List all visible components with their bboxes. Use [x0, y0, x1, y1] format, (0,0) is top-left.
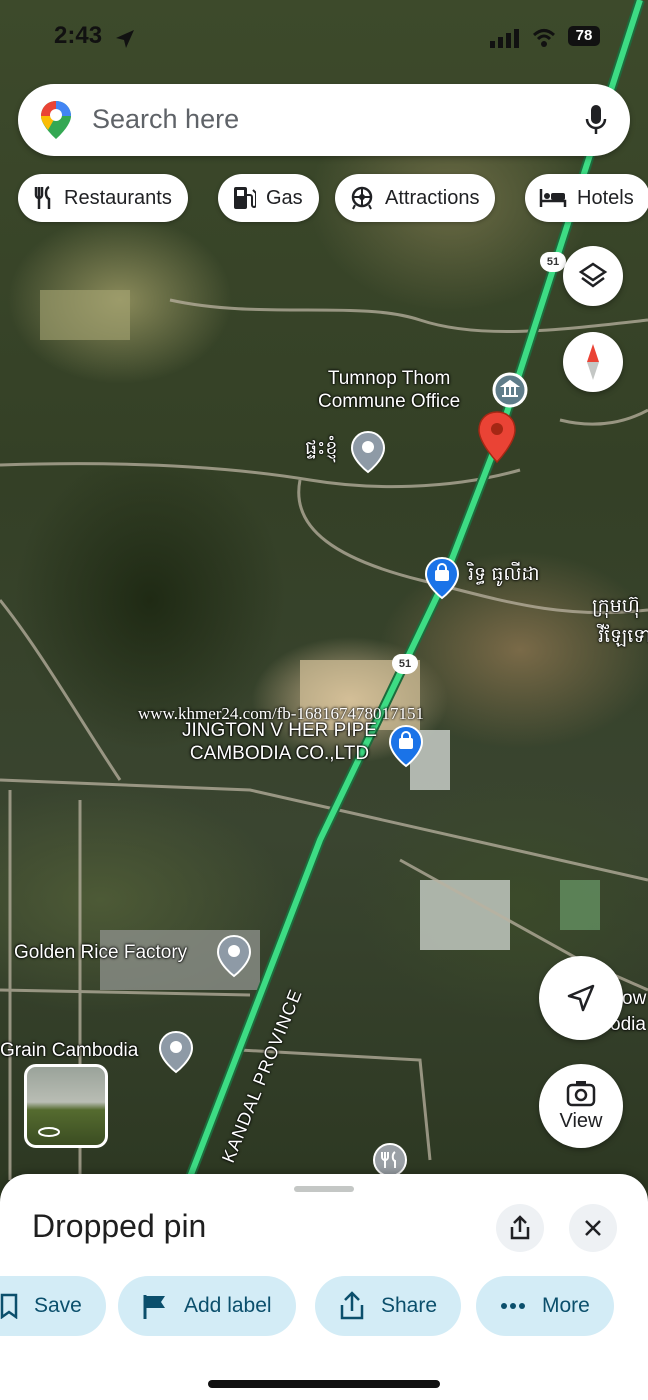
grain-cambodia-label[interactable]: Grain Cambodia	[0, 1040, 138, 1063]
share-label: Share	[381, 1294, 438, 1317]
chip-label: Gas	[266, 186, 303, 209]
google-maps-logo-icon	[41, 101, 71, 139]
add-label-text: Add label	[184, 1294, 272, 1317]
tumnop-thom-label[interactable]: Tumnop Thom Commune Office	[318, 368, 460, 414]
navigation-arrow-icon	[567, 984, 595, 1012]
factory-poi-icon[interactable]	[216, 934, 252, 978]
chip-restaurants[interactable]: Restaurants	[18, 174, 188, 222]
status-bar: 2:43 78	[0, 18, 648, 58]
save-label: Save	[34, 1294, 82, 1317]
shopping-poi-icon[interactable]	[388, 724, 424, 768]
rotate-360-icon	[38, 1127, 60, 1137]
search-bar[interactable]: Search here	[18, 84, 630, 156]
share-button[interactable]: Share	[315, 1276, 462, 1336]
shop-label[interactable]: រិទ្ធ ធូលីដា	[468, 564, 540, 587]
edge-label-1: ក្រុមហ៊ុ	[592, 596, 640, 617]
chip-gas[interactable]: Gas	[218, 174, 319, 222]
add-label-button[interactable]: Add label	[118, 1276, 296, 1336]
my-location-button[interactable]	[539, 956, 623, 1040]
jington-label[interactable]: JINGTON V HER PIPE CAMBODIA CO.,LTD	[182, 720, 377, 766]
gas-station-icon	[234, 187, 256, 209]
close-button[interactable]	[569, 1204, 617, 1252]
edge-label-2: វីឡែទោព	[598, 626, 648, 647]
place-poi-icon[interactable]	[350, 430, 386, 474]
layers-button[interactable]	[563, 246, 623, 306]
chip-label: Attractions	[385, 186, 480, 209]
chip-hotels[interactable]: Hotels	[525, 174, 648, 222]
microphone-icon[interactable]	[584, 104, 608, 136]
share-icon-button[interactable]	[496, 1204, 544, 1252]
chip-label: Restaurants	[64, 186, 172, 209]
more-button[interactable]: More	[476, 1276, 614, 1336]
route-51-shield: 51	[392, 654, 418, 674]
flag-icon	[143, 1295, 165, 1319]
khmer-place-label[interactable]: ផ្ទះខ្ញុំ	[305, 438, 337, 461]
battery-indicator: 78	[568, 26, 600, 46]
golden-rice-label[interactable]: Golden Rice Factory	[14, 942, 187, 965]
wifi-icon	[532, 29, 556, 47]
government-poi-icon[interactable]	[492, 372, 528, 412]
sheet-drag-handle[interactable]	[294, 1186, 354, 1192]
more-label: More	[542, 1294, 590, 1317]
chip-label: Hotels	[577, 186, 634, 209]
place-bottom-sheet[interactable]: Dropped pin Save Add label Share More	[0, 1174, 648, 1400]
restaurant-icon	[34, 185, 51, 209]
camera-360-icon	[566, 1080, 596, 1106]
hotel-icon	[539, 189, 567, 207]
compass-button[interactable]	[563, 332, 623, 392]
share-icon	[340, 1291, 364, 1320]
save-button[interactable]: Save	[0, 1276, 106, 1336]
route-51-shield: 51	[540, 252, 566, 272]
signal-icon	[490, 29, 519, 48]
dropped-pin-icon[interactable]	[476, 410, 518, 464]
watermark-text: www.khmer24.com/fb-168167478017151	[138, 704, 424, 723]
status-time: 2:43	[54, 22, 103, 49]
street-view-thumbnail[interactable]	[24, 1064, 108, 1148]
edge-label-right-1: ow	[622, 988, 647, 1009]
layers-icon	[578, 262, 608, 288]
location-arrow-icon	[116, 30, 134, 48]
view-label: View	[559, 1109, 603, 1132]
compass-icon	[587, 344, 599, 380]
bookmark-icon	[0, 1293, 18, 1319]
chip-attractions[interactable]: Attractions	[335, 174, 496, 222]
attractions-icon	[351, 186, 373, 210]
search-placeholder: Search here	[92, 104, 240, 134]
more-dots-icon	[501, 1303, 525, 1309]
tumnop-thom-text: Tumnop Thom Commune Office	[318, 368, 461, 412]
share-icon	[510, 1215, 530, 1240]
close-icon	[585, 1220, 601, 1236]
street-view-button[interactable]: View	[539, 1064, 623, 1148]
home-indicator[interactable]	[208, 1380, 440, 1388]
shopping-poi-icon[interactable]	[424, 556, 460, 600]
sheet-title: Dropped pin	[32, 1208, 207, 1244]
jington-text: JINGTON V HER PIPE CAMBODIA CO.,LTD	[182, 720, 377, 764]
grain-poi-icon[interactable]	[158, 1030, 194, 1074]
